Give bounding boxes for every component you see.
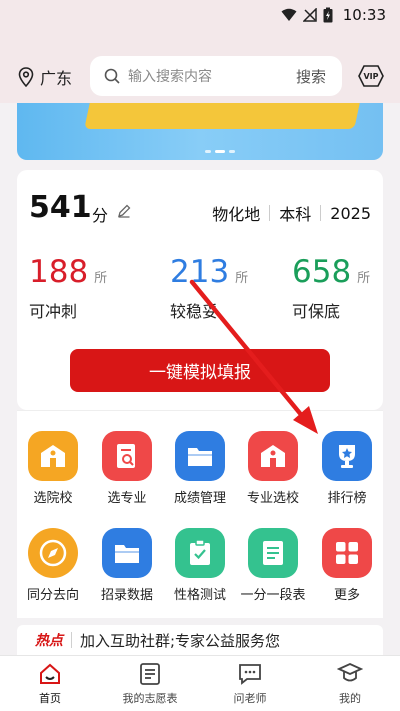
clipboard-check-icon: [175, 528, 225, 578]
header: 广东 输入搜索内容 搜索 VIP: [0, 52, 400, 100]
score-card: 541 分 物化地 本科 2025 188 所 可冲刺 213 所 较稳妥 658 所…: [17, 170, 383, 410]
grid-label: 排行榜: [327, 491, 367, 506]
divider: [71, 632, 72, 648]
banner-dot-active: [215, 150, 225, 153]
hot-tag: 热点: [35, 633, 63, 649]
folder-icon: [175, 431, 225, 481]
divider: [269, 205, 271, 221]
grid-item-select-major[interactable]: 选专业: [92, 431, 162, 506]
battery-charging-icon: [323, 7, 333, 23]
location-pin-icon: [18, 67, 34, 87]
banner-pagination: [205, 150, 235, 153]
edit-icon[interactable]: [117, 204, 131, 218]
stat-reach[interactable]: 188 所 可冲刺: [29, 254, 107, 322]
stat-safe-label: 可保底: [292, 302, 341, 321]
folder-icon: [102, 528, 152, 578]
nav-label: 问老师: [233, 692, 267, 705]
feature-grid: 选院校 选专业 成绩管理 专业选校 排行榜 同分去向 招录数据 性格测试 一分一…: [17, 410, 383, 618]
status-bar: 10:33: [0, 0, 400, 30]
banner-dot: [205, 150, 211, 153]
nav-label: 首页: [39, 692, 61, 705]
vip-button[interactable]: VIP: [358, 64, 384, 92]
grid-item-select-school[interactable]: 选院校: [18, 431, 88, 506]
stat-safe-count: 658: [292, 254, 352, 290]
score-value: 541: [29, 190, 92, 225]
home-icon: [40, 663, 60, 684]
stat-safe[interactable]: 658 所 可保底: [292, 254, 370, 322]
track-label: 本科: [279, 205, 312, 224]
simulate-fill-button[interactable]: 一键模拟填报: [70, 349, 330, 392]
stat-reach-suffix: 所: [94, 271, 108, 286]
status-time: 10:33: [342, 6, 386, 24]
grid-item-same-score[interactable]: 同分去向: [18, 528, 88, 603]
list-icon: [140, 663, 160, 685]
wifi-icon: [281, 8, 297, 21]
stat-reach-count: 188: [29, 254, 89, 290]
grid-item-more[interactable]: 更多: [312, 528, 382, 603]
grid-item-personality-test[interactable]: 性格测试: [165, 528, 235, 603]
divider: [320, 205, 322, 221]
promo-banner[interactable]: [17, 103, 383, 160]
search-button[interactable]: 搜索: [296, 66, 326, 87]
location-selector[interactable]: 广东: [18, 65, 72, 89]
score-meta: 物化地 本科 2025: [212, 201, 371, 225]
nav-profile[interactable]: 我的: [310, 661, 390, 706]
stat-reach-label: 可冲刺: [29, 302, 78, 321]
grid-item-ranking[interactable]: 排行榜: [312, 431, 382, 506]
news-ticker[interactable]: 热点 加入互助社群;专家公益服务您: [17, 625, 383, 655]
grid-label: 选院校: [33, 491, 73, 506]
banner-title-strip: [84, 103, 360, 129]
grid-item-score-management[interactable]: 成绩管理: [165, 431, 235, 506]
score-unit: 分: [92, 206, 109, 225]
year-label: 2025: [330, 203, 371, 223]
nav-ask-teacher[interactable]: 问老师: [210, 661, 290, 706]
compass-icon: [28, 528, 78, 578]
stat-stable-suffix: 所: [235, 271, 249, 286]
grid-label: 专业选校: [246, 491, 299, 506]
nav-label: 我的: [339, 692, 361, 705]
news-headline[interactable]: 加入互助社群;专家公益服务您: [80, 630, 280, 651]
search-input[interactable]: 输入搜索内容: [128, 66, 296, 86]
stat-stable-label: 较稳妥: [170, 302, 219, 321]
banner-dot: [229, 150, 235, 153]
svg-text:VIP: VIP: [363, 72, 378, 81]
stat-safe-suffix: 所: [357, 271, 371, 286]
grid-label: 一分一段表: [240, 588, 306, 603]
grid-item-score-table[interactable]: 一分一段表: [238, 528, 308, 603]
nav-my-applications[interactable]: 我的志愿表: [110, 661, 190, 706]
grid-more-icon: [322, 528, 372, 578]
book-search-icon: [102, 431, 152, 481]
document-icon: [248, 528, 298, 578]
school-icon: [28, 431, 78, 481]
search-icon: [104, 68, 120, 84]
stat-stable-count: 213: [170, 254, 230, 290]
grid-label: 成绩管理: [173, 491, 226, 506]
grid-label: 同分去向: [26, 588, 79, 603]
grid-label: 招录数据: [100, 588, 153, 603]
subjects-label: 物化地: [212, 205, 261, 224]
school-icon: [248, 431, 298, 481]
search-bar[interactable]: 输入搜索内容 搜索: [90, 56, 342, 96]
grid-item-major-school[interactable]: 专业选校: [238, 431, 308, 506]
bottom-nav: 首页 我的志愿表 问老师 我的: [0, 655, 400, 711]
chat-icon: [239, 664, 261, 685]
trophy-icon: [322, 431, 372, 481]
no-signal-icon: [302, 8, 317, 22]
vip-icon: VIP: [358, 65, 384, 87]
grid-label: 选专业: [107, 491, 147, 506]
graduate-icon: [337, 663, 363, 682]
location-label: 广东: [40, 69, 73, 88]
grid-label: 更多: [333, 588, 360, 603]
nav-home[interactable]: 首页: [10, 661, 90, 706]
grid-item-admission-data[interactable]: 招录数据: [92, 528, 162, 603]
grid-label: 性格测试: [173, 588, 226, 603]
nav-label: 我的志愿表: [122, 692, 178, 705]
stat-stable[interactable]: 213 所 较稳妥: [170, 254, 248, 322]
